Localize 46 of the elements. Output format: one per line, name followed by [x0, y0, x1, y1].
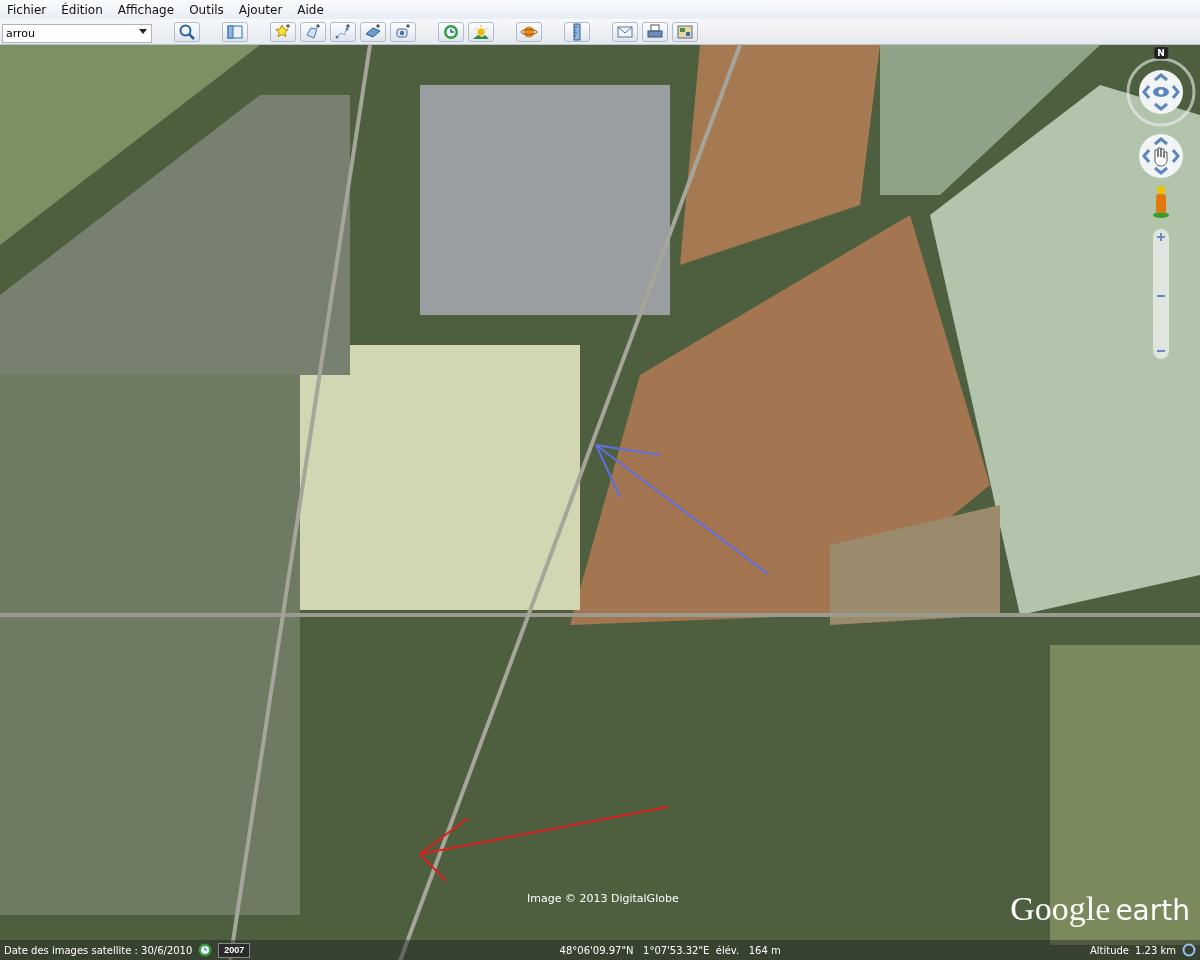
- polygon-button[interactable]: [300, 21, 326, 42]
- menu-item[interactable]: Affichage: [117, 2, 175, 17]
- envelope-button[interactable]: [612, 21, 638, 42]
- search-button[interactable]: [174, 21, 200, 42]
- path-icon: [334, 22, 352, 41]
- zoom-in-icon[interactable]: [1156, 232, 1166, 242]
- menu-item[interactable]: Fichier: [7, 2, 47, 17]
- ruler-button[interactable]: [564, 21, 590, 42]
- sun-landscape-icon: [472, 22, 490, 41]
- person-figure-icon[interactable]: [1151, 185, 1171, 219]
- menu-item[interactable]: Outils: [189, 2, 224, 17]
- map-button[interactable]: [672, 21, 698, 42]
- menu-item[interactable]: Aide: [297, 2, 324, 17]
- logo: Google earth: [1010, 890, 1190, 928]
- altitude-value: 1.23 km: [1135, 944, 1176, 956]
- compass-ring-icon[interactable]: [1126, 57, 1196, 127]
- clock-icon: [442, 22, 460, 41]
- streaming-indicator-icon: [1182, 943, 1196, 957]
- path-button[interactable]: [330, 21, 356, 42]
- north-label: N: [1154, 47, 1168, 59]
- coordinates: 48°06'09.97"N 1°07'53.32"E élév. 164 m: [559, 944, 781, 956]
- map-icon: [676, 22, 694, 41]
- imagery-copyright: Image © 2013 DigitalGlobe: [527, 892, 679, 905]
- zoom-slider[interactable]: [1153, 229, 1169, 359]
- polygon-icon: [304, 22, 322, 41]
- altitude-label: Altitude: [1089, 944, 1129, 956]
- look-joystick-icon[interactable]: [1138, 69, 1184, 115]
- clock-icon: [198, 943, 213, 957]
- sun-landscape-button[interactable]: [468, 21, 494, 42]
- sidebar-button[interactable]: [222, 21, 248, 42]
- pan-joystick-icon[interactable]: [1138, 133, 1184, 179]
- search-icon: [178, 22, 196, 41]
- star-pin-button[interactable]: [270, 21, 296, 42]
- printer-icon: [646, 22, 664, 41]
- overlay-button[interactable]: [360, 21, 386, 42]
- imagery-date: Date des images satellite : 30/6/2010: [4, 944, 193, 956]
- search-field[interactable]: arrou: [2, 24, 152, 43]
- menu-item[interactable]: Ajouter: [238, 2, 283, 17]
- clock-button[interactable]: [438, 21, 464, 42]
- camera-button[interactable]: [390, 21, 416, 42]
- planet-button[interactable]: [516, 21, 542, 42]
- camera-icon: [394, 22, 412, 41]
- printer-button[interactable]: [642, 21, 668, 42]
- sidebar-icon: [226, 22, 244, 41]
- menu-item[interactable]: Édition: [61, 2, 103, 17]
- dropdown-caret-icon: [139, 29, 147, 34]
